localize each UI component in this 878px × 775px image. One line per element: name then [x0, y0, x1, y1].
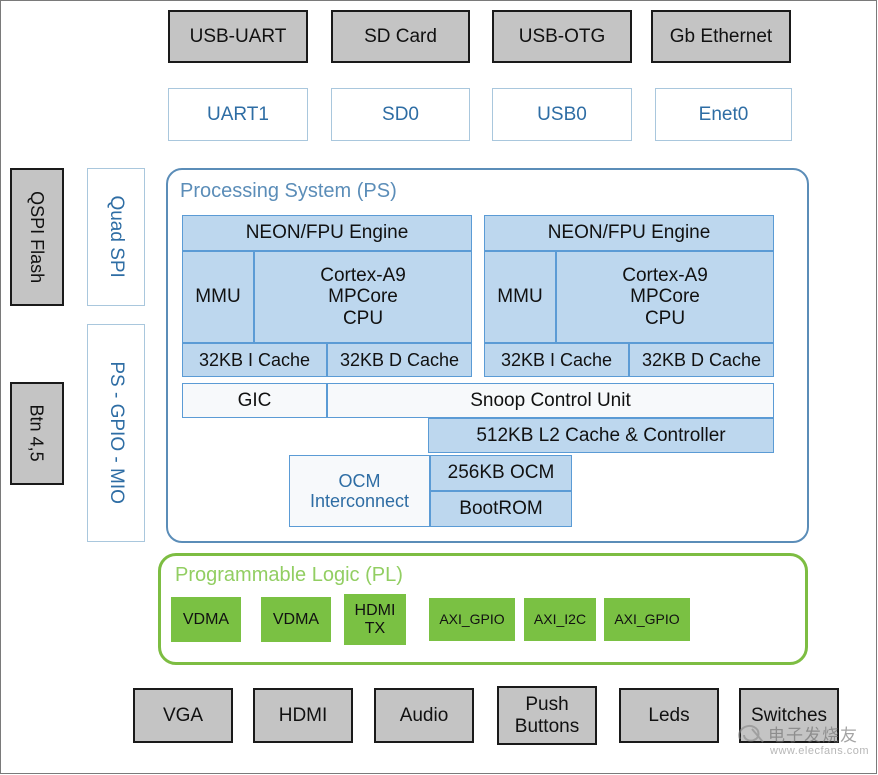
l2-cache-controller: 512KB L2 Cache & Controller [428, 418, 774, 453]
programmable-logic-title: Programmable Logic (PL) [175, 564, 403, 586]
core1-cpu-line-2: MPCore [630, 286, 700, 308]
interface-sd0-label: SD0 [382, 103, 419, 125]
peripheral-usb-otg: USB-OTG [492, 10, 632, 63]
peripheral-gb-ethernet-label: Gb Ethernet [669, 25, 773, 47]
peripheral-vga: VGA [133, 688, 233, 743]
pl-block-vdma-2: VDMA [261, 597, 331, 642]
interface-ps-gpio-mio: PS - GPIO - MIO [87, 324, 145, 542]
peripheral-usb-uart: USB-UART [168, 10, 308, 63]
interface-uart1-label: UART1 [207, 103, 269, 125]
core1-cpu-line-1: Cortex-A9 [622, 265, 708, 287]
core0-d-cache: 32KB D Cache [327, 343, 472, 377]
core0-i-cache-label: 32KB I Cache [198, 349, 311, 370]
core1-i-cache-label: 32KB I Cache [500, 349, 613, 370]
core0-d-cache-label: 32KB D Cache [339, 349, 460, 370]
ocm-interconnect-line-1: OCM [338, 470, 381, 491]
pl-block-vdma-2-label: VDMA [272, 610, 320, 628]
core1-d-cache: 32KB D Cache [629, 343, 774, 377]
interface-usb0: USB0 [492, 88, 632, 141]
peripheral-push-buttons-line-1: Push [525, 694, 569, 716]
pl-block-axi-gpio-1: AXI_GPIO [429, 598, 515, 641]
core1-cortex-a9-mpcore-cpu: Cortex-A9 MPCore CPU [556, 251, 774, 343]
snoop-control-unit-block: Snoop Control Unit [327, 383, 774, 418]
core1-neon-fpu-engine: NEON/FPU Engine [484, 215, 774, 251]
pl-block-axi-i2c-label: AXI_I2C [533, 610, 587, 627]
interface-quad-spi-label: Quad SPI [105, 195, 127, 279]
bootrom-label: BootROM [459, 498, 543, 520]
peripheral-sd-card: SD Card [331, 10, 470, 63]
peripheral-usb-uart-label: USB-UART [189, 25, 287, 47]
pl-block-vdma-1: VDMA [171, 597, 241, 642]
peripheral-qspi-flash: QSPI Flash [10, 168, 64, 306]
peripheral-qspi-flash-label: QSPI Flash [27, 190, 48, 284]
bootrom-block: BootROM [430, 491, 572, 527]
snoop-control-unit-label: Snoop Control Unit [470, 389, 631, 411]
core0-mmu: MMU [182, 251, 254, 343]
core1-cpu-line-3: CPU [644, 307, 686, 329]
ocm-256kb-block: 256KB OCM [430, 455, 572, 491]
peripheral-leds-label: Leds [648, 704, 690, 726]
peripheral-switches: Switches [739, 688, 839, 743]
diagram-canvas: USB-UART SD Card USB-OTG Gb Ethernet UAR… [0, 0, 878, 775]
interface-enet0: Enet0 [655, 88, 792, 141]
interface-usb0-label: USB0 [537, 103, 587, 125]
core1-neon-fpu-engine-label: NEON/FPU Engine [547, 222, 711, 244]
gic-block: GIC [182, 383, 327, 418]
core0-cortex-a9-mpcore-cpu: Cortex-A9 MPCore CPU [254, 251, 472, 343]
peripheral-btn-45: Btn 4,5 [10, 382, 64, 485]
peripheral-vga-label: VGA [162, 704, 204, 726]
ocm-256kb-label: 256KB OCM [447, 462, 555, 484]
peripheral-push-buttons: Push Buttons [497, 686, 597, 745]
interface-quad-spi: Quad SPI [87, 168, 145, 306]
pl-block-hdmi-tx-line-1: HDMI [354, 601, 396, 619]
core0-neon-fpu-engine-label: NEON/FPU Engine [245, 222, 409, 244]
core0-neon-fpu-engine: NEON/FPU Engine [182, 215, 472, 251]
pl-block-hdmi-tx-line-2: TX [364, 619, 386, 637]
peripheral-audio: Audio [374, 688, 474, 743]
core1-mmu: MMU [484, 251, 556, 343]
core0-cpu-line-1: Cortex-A9 [320, 265, 406, 287]
core1-i-cache: 32KB I Cache [484, 343, 629, 377]
interface-ps-gpio-mio-label: PS - GPIO - MIO [105, 361, 127, 505]
interface-enet0-label: Enet0 [698, 103, 749, 125]
ocm-interconnect-line-2: Interconnect [309, 491, 410, 511]
peripheral-hdmi-label: HDMI [278, 704, 328, 726]
gic-label: GIC [237, 389, 272, 411]
pl-block-axi-gpio-1-label: AXI_GPIO [439, 610, 505, 627]
peripheral-gb-ethernet: Gb Ethernet [651, 10, 791, 63]
pl-block-hdmi-tx: HDMI TX [344, 594, 406, 645]
core0-i-cache: 32KB I Cache [182, 343, 327, 377]
peripheral-usb-otg-label: USB-OTG [518, 25, 606, 47]
core0-mmu-label: MMU [195, 286, 241, 308]
watermark-url: www.elecfans.com [770, 745, 870, 757]
peripheral-switches-label: Switches [750, 704, 828, 726]
peripheral-audio-label: Audio [399, 704, 449, 726]
peripheral-btn-45-label: Btn 4,5 [27, 404, 48, 463]
core1-mmu-label: MMU [497, 286, 543, 308]
interface-sd0: SD0 [331, 88, 470, 141]
interface-uart1: UART1 [168, 88, 308, 141]
core0-cpu-line-3: CPU [342, 307, 384, 329]
pl-block-axi-gpio-2-label: AXI_GPIO [614, 610, 680, 627]
core0-cpu-line-2: MPCore [328, 286, 398, 308]
peripheral-hdmi: HDMI [253, 688, 353, 743]
pl-block-axi-i2c: AXI_I2C [524, 598, 596, 641]
peripheral-leds: Leds [619, 688, 719, 743]
core1-d-cache-label: 32KB D Cache [641, 349, 762, 370]
pl-block-vdma-1-label: VDMA [182, 610, 230, 628]
l2-cache-controller-label: 512KB L2 Cache & Controller [476, 424, 726, 446]
ocm-interconnect-block: OCM Interconnect [289, 455, 430, 527]
pl-block-axi-gpio-2: AXI_GPIO [604, 598, 690, 641]
processing-system-title: Processing System (PS) [180, 180, 397, 202]
peripheral-push-buttons-line-2: Buttons [514, 715, 580, 737]
peripheral-sd-card-label: SD Card [364, 25, 437, 47]
